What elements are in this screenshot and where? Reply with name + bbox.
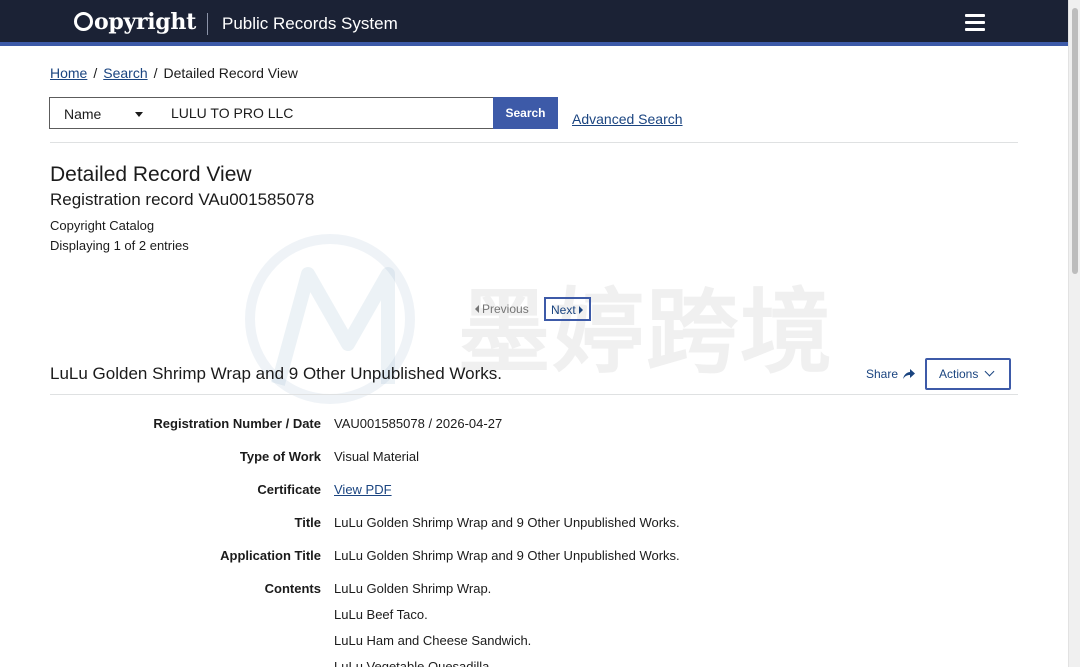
field-label: Certificate [257,482,321,497]
application-title-value: LuLu Golden Shrimp Wrap and 9 Other Unpu… [334,548,680,563]
breadcrumb-separator: / [153,65,158,81]
breadcrumb-search-link[interactable]: Search [103,65,147,81]
registration-record-subtitle: Registration record VAu001585078 [50,190,315,209]
search-button[interactable]: Search [493,97,558,129]
type-of-work-value: Visual Material [334,449,420,464]
watermark-text: 墨婷跨境 [458,279,835,386]
certificate-value: View PDF [334,482,392,497]
contents-item: LuLu Golden Shrimp Wrap. [334,581,492,596]
previous-label: Previous [482,302,529,316]
triangle-left-icon [475,305,479,313]
triangle-right-icon [578,306,583,314]
contents-item: LuLu Beef Taco. [334,607,428,622]
catalog-name: Copyright Catalog [50,218,155,233]
actions-label: Actions [939,367,979,381]
advanced-search-link[interactable]: Advanced Search [572,111,683,127]
copyright-logo[interactable]: opyright [74,9,196,35]
page-scrollbar[interactable] [1068,0,1080,667]
contents-item: LuLu Vegetable Quesadilla. [334,659,494,667]
search-type-value: Name [64,106,102,122]
contents-item: LuLu Ham and Cheese Sandwich. [334,633,532,648]
entries-count: Displaying 1 of 2 entries [50,238,189,253]
app-name: Public Records System [222,14,398,33]
breadcrumb-separator: / [93,65,98,81]
next-button[interactable]: Next [544,297,591,321]
field-label: Application Title [220,548,321,563]
site-header: opyright Public Records System [0,0,1068,46]
logo-text: opyright [94,9,196,35]
scrollbar-thumb[interactable] [1072,8,1078,274]
next-label: Next [551,303,576,317]
field-label: Title [294,515,322,530]
header-divider [207,13,208,35]
breadcrumb-home-link[interactable]: Home [50,65,87,81]
share-button[interactable]: Share [866,367,916,381]
divider [50,142,1018,143]
previous-button[interactable]: Previous [472,297,534,321]
field-label: Type of Work [239,449,321,464]
search-input[interactable] [157,97,494,129]
title-value: LuLu Golden Shrimp Wrap and 9 Other Unpu… [334,515,680,530]
copyright-c-icon [74,12,93,31]
chevron-down-icon [984,366,995,377]
actions-dropdown-button[interactable]: Actions [925,358,1011,390]
view-pdf-link[interactable]: View PDF [334,482,392,497]
record-title: LuLu Golden Shrimp Wrap and 9 Other Unpu… [50,364,503,383]
caret-down-icon [135,112,143,117]
field-label: Contents [264,581,321,596]
hamburger-menu-icon[interactable] [965,14,985,31]
share-label: Share [866,367,899,381]
breadcrumb: Home / Search / Detailed Record View [50,65,298,81]
divider [50,394,1018,395]
share-arrow-icon [903,369,916,379]
registration-number-value: VAU001585078 / 2026-04-27 [334,416,503,431]
search-type-select[interactable]: Name [49,97,158,129]
page-title: Detailed Record View [50,163,252,186]
breadcrumb-current: Detailed Record View [163,65,298,81]
field-label: Registration Number / Date [153,416,321,431]
